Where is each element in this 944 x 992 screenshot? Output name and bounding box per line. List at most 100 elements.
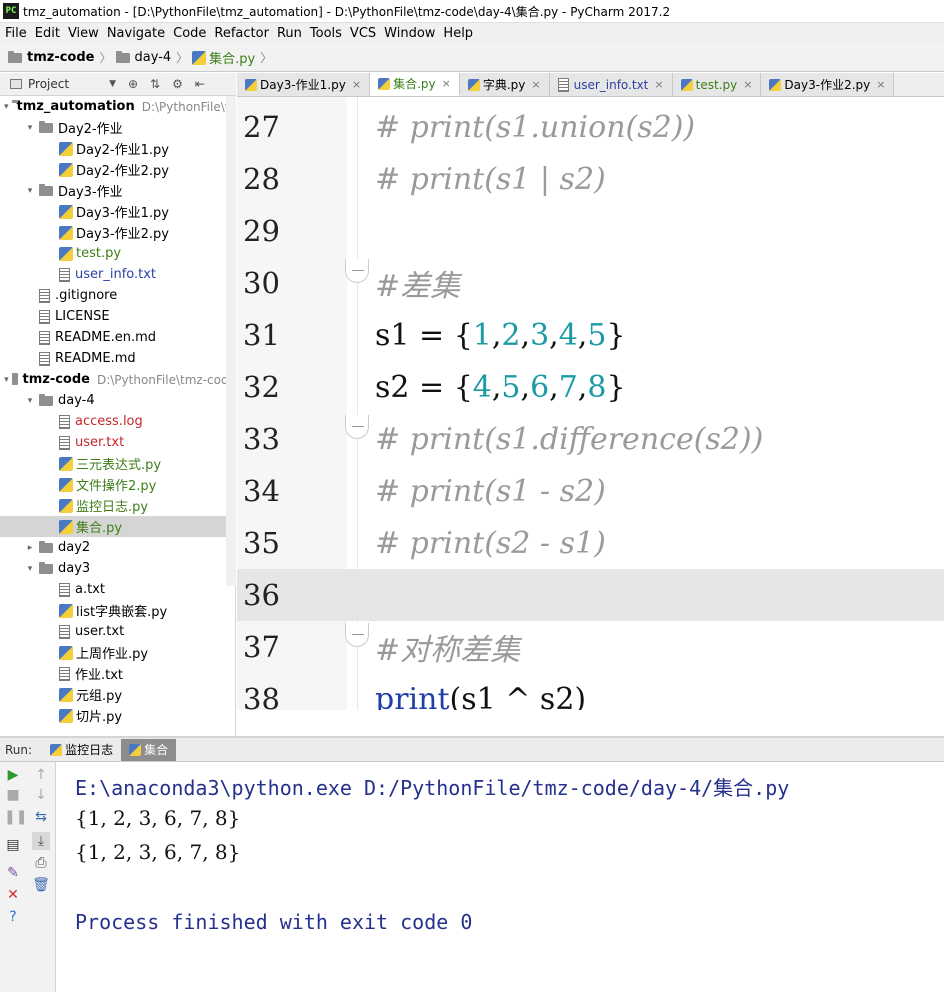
editor-tab[interactable]: 字典.py × [459,73,550,96]
rerun-icon[interactable]: ▶ [4,766,22,784]
editor-tab[interactable]: Day3-作业1.py × [237,73,371,96]
expand-arrow-icon[interactable]: ▸ [24,543,36,553]
editor-tab[interactable]: Day3-作业2.py × [761,73,895,96]
tree-folder[interactable]: ▾ day3 [0,558,235,579]
tree-file[interactable]: 三元表达式.py [0,453,235,474]
tree-folder[interactable]: ▾ tmz-code D:\PythonFile\tmz-code [0,369,235,390]
code-line[interactable]: 38 print(s1 ^ s2) [237,673,944,711]
tree-file[interactable]: 元组.py [0,684,235,705]
run-tab-monitor-log[interactable]: 监控日志 [42,739,121,761]
expand-arrow-icon[interactable]: ▾ [24,123,36,133]
menu-run[interactable]: Run [272,26,305,41]
tree-file[interactable]: access.log [0,411,235,432]
tree-file[interactable]: Day3-作业2.py [0,222,235,243]
tree-folder[interactable]: ▾ Day2-作业 [0,117,235,138]
menu-view[interactable]: View [63,26,102,41]
arrow-down-icon[interactable]: ↓ [32,786,50,804]
close-tab-icon[interactable]: × [876,78,885,91]
close-tab-icon[interactable]: × [654,78,663,91]
expand-arrow-icon[interactable]: ▾ [24,564,36,574]
editor-tab[interactable]: 集合.py × [370,73,460,96]
tree-file[interactable]: Day3-作业1.py [0,201,235,222]
menu-tools[interactable]: Tools [305,26,345,41]
code-line[interactable]: 31 s1 = {1,2,3,4,5} [237,309,944,361]
fold-marker-icon[interactable] [345,623,369,647]
tree-folder[interactable]: ▸ day2 [0,537,235,558]
expand-arrow-icon[interactable]: ▾ [24,186,36,196]
stop-icon[interactable]: ■ [4,786,22,804]
code-line[interactable]: 37 #对称差集 [237,621,944,673]
menu-edit[interactable]: Edit [30,26,63,41]
code-line[interactable]: 36 [237,569,944,621]
scroll-to-end-icon[interactable]: ⤓ [32,832,50,850]
tree-file[interactable]: user.txt [0,621,235,642]
gear-icon[interactable]: ⚙ [172,77,183,91]
tree-folder[interactable]: ▾ Day3-作业 [0,180,235,201]
tree-scrollbar[interactable] [226,96,236,586]
run-console[interactable]: E:\anaconda3\python.exe D:/PythonFile/tm… [57,762,944,992]
code-line[interactable]: 32 s2 = {4,5,6,7,8} [237,361,944,413]
menu-navigate[interactable]: Navigate [102,26,168,41]
tree-file[interactable]: .gitignore [0,285,235,306]
hide-panel-icon[interactable]: ⇤ [195,77,205,91]
tree-file[interactable]: 作业.txt [0,663,235,684]
menu-code[interactable]: Code [168,26,209,41]
tree-file[interactable]: README.md [0,348,235,369]
code-line[interactable]: 28 # print(s1 | s2) [237,153,944,205]
tree-file[interactable]: test.py [0,243,235,264]
print-icon[interactable]: ⎙ [32,854,50,872]
breadcrumb-folder[interactable]: day-4 〉 [115,49,193,66]
menu-window[interactable]: Window [379,26,438,41]
tree-file[interactable]: README.en.md [0,327,235,348]
code-line[interactable]: 27 # print(s1.union(s2)) [237,101,944,153]
tree-file[interactable]: Day2-作业1.py [0,138,235,159]
dropdown-arrow-icon[interactable]: ▼ [109,79,116,89]
menu-refactor[interactable]: Refactor [209,26,272,41]
help-icon[interactable]: ? [4,908,22,926]
code-line[interactable]: 34 # print(s1 - s2) [237,465,944,517]
close-tab-icon[interactable]: × [442,77,451,90]
menu-file[interactable]: File [0,26,30,41]
code-line[interactable]: 29 [237,205,944,257]
expand-arrow-icon[interactable]: ▾ [4,102,9,112]
tree-file[interactable]: user.txt [0,432,235,453]
expand-arrow-icon[interactable]: ▾ [24,396,36,406]
menu-vcs[interactable]: VCS [345,26,379,41]
tree-file[interactable]: Day2-作业2.py [0,159,235,180]
tree-file[interactable]: 上周作业.py [0,642,235,663]
editor-tab[interactable]: user_info.txt × [549,73,673,96]
tree-file[interactable]: 文件操作2.py [0,474,235,495]
pin-tab-icon[interactable]: ✎ [4,864,22,882]
collapse-all-icon[interactable]: ⇅ [150,77,160,91]
soft-wrap-icon[interactable]: ⇆ [32,808,50,826]
expand-arrow-icon[interactable]: ▾ [4,375,9,385]
code-editor[interactable]: 27 # print(s1.union(s2)) 28 # print(s1 | s2… [237,97,944,710]
code-line[interactable]: 35 # print(s2 - s1) [237,517,944,569]
breadcrumb-project[interactable]: tmz-code 〉 [8,49,116,66]
tree-folder[interactable]: ▾ day-4 [0,390,235,411]
tree-file[interactable]: a.txt [0,579,235,600]
pause-icon[interactable]: ❚❚ [4,808,27,826]
tree-file[interactable]: list字典嵌套.py [0,600,235,621]
trash-icon[interactable]: 🗑 [32,876,50,894]
fold-marker-icon[interactable] [345,259,369,283]
code-line[interactable]: 30 #差集 [237,257,944,309]
arrow-up-icon[interactable]: ↑ [32,766,50,784]
tree-file[interactable]: 集合.py [0,516,235,537]
locate-target-icon[interactable]: ⊕ [128,77,138,91]
close-tab-icon[interactable]: × [352,78,361,91]
tree-file[interactable]: 切片.py [0,705,235,726]
run-tab-set[interactable]: 集合 [121,738,177,761]
menu-help[interactable]: Help [438,26,476,41]
tree-file[interactable]: user_info.txt [0,264,235,285]
tree-file[interactable]: LICENSE [0,306,235,327]
project-view-selector[interactable]: Project [10,77,69,91]
close-tab-icon[interactable]: × [743,78,752,91]
tree-file[interactable]: 监控日志.py [0,495,235,516]
breadcrumb-file[interactable]: 集合.py 〉 [192,48,276,67]
close-tab-icon[interactable]: × [531,78,540,91]
code-line[interactable]: 33 # print(s1.difference(s2)) [237,413,944,465]
fold-marker-icon[interactable] [345,415,369,439]
close-icon[interactable]: ✕ [4,886,22,904]
tree-folder[interactable]: ▾ tmz_automation D:\PythonFile\tmz_automat… [0,96,235,117]
